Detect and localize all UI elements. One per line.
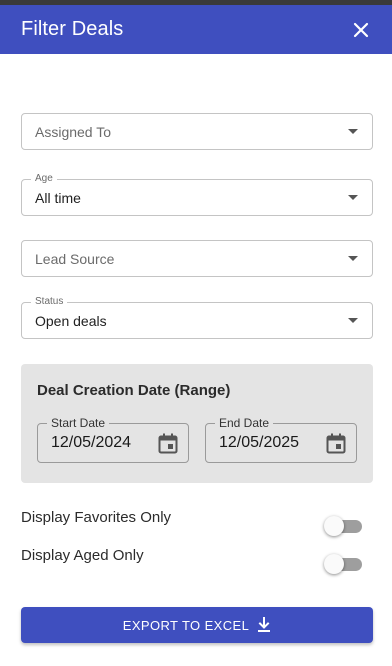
age-select[interactable]: Age All time <box>21 173 373 216</box>
status-value: Open deals <box>35 312 107 329</box>
start-date-field[interactable]: Start Date 12/05/2024 <box>37 417 189 463</box>
close-button[interactable] <box>350 19 372 41</box>
aged-toggle-label: Display Aged Only <box>21 547 144 564</box>
lead-source-select[interactable]: Lead Source <box>21 240 373 277</box>
end-date-field[interactable]: End Date 12/05/2025 <box>205 417 357 463</box>
toggle-thumb <box>324 516 344 536</box>
toggle-thumb <box>324 554 344 574</box>
favorites-toggle-label: Display Favorites Only <box>21 509 172 526</box>
export-to-excel-button[interactable]: EXPORT TO EXCEL <box>21 607 373 643</box>
age-value: All time <box>35 189 81 206</box>
aged-toggle[interactable] <box>324 554 362 574</box>
lead-source-placeholder: Lead Source <box>35 250 115 267</box>
status-label: Status <box>31 296 68 308</box>
end-date-value: 12/05/2025 <box>219 434 300 451</box>
export-button-label: EXPORT TO EXCEL <box>122 617 250 633</box>
chevron-down-icon <box>348 129 358 134</box>
page-title: Filter Deals <box>21 18 124 40</box>
chevron-down-icon <box>348 256 358 261</box>
age-label: Age <box>31 173 57 185</box>
favorites-toggle[interactable] <box>324 516 362 536</box>
start-date-label: Start Date <box>47 417 110 430</box>
calendar-icon[interactable] <box>158 433 178 454</box>
start-date-value: 12/05/2024 <box>51 434 132 451</box>
assigned-to-select[interactable]: Assigned To <box>21 113 373 150</box>
status-select[interactable]: Status Open deals <box>21 296 373 339</box>
filter-header: Filter Deals <box>0 5 392 54</box>
chevron-down-icon <box>348 195 358 200</box>
download-icon <box>258 617 271 632</box>
date-range-panel: Deal Creation Date (Range) Start Date 12… <box>21 364 373 483</box>
calendar-icon[interactable] <box>326 433 346 454</box>
assigned-to-placeholder: Assigned To <box>35 123 112 140</box>
chevron-down-icon <box>348 318 358 323</box>
close-icon <box>353 22 369 37</box>
date-range-title: Deal Creation Date (Range) <box>37 382 231 399</box>
end-date-label: End Date <box>215 417 274 430</box>
